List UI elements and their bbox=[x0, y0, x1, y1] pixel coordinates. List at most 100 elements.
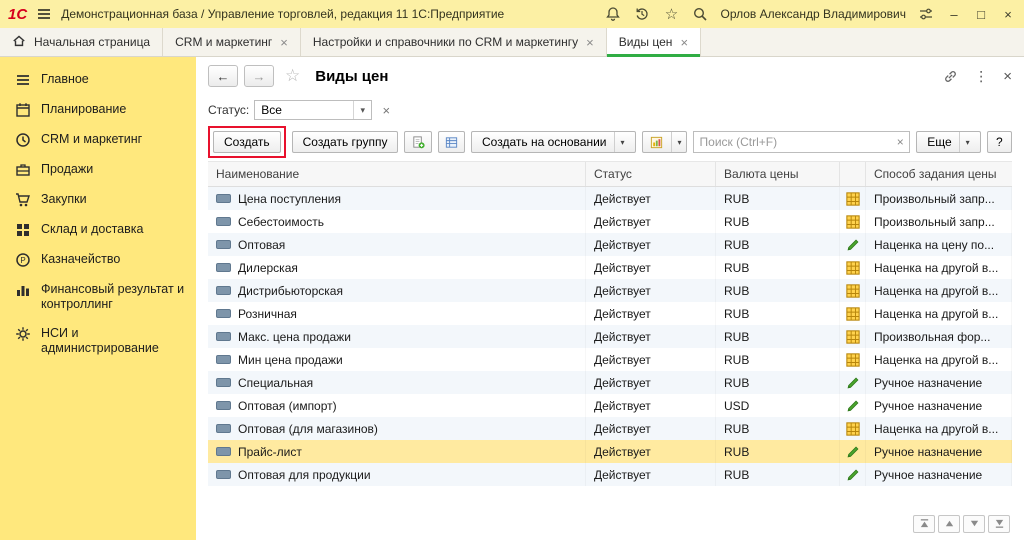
table-row[interactable]: ДистрибьюторскаяДействуетRUBНаценка на д… bbox=[208, 279, 1012, 302]
purchases-icon bbox=[15, 192, 31, 208]
sidebar-item-label: Главное bbox=[41, 72, 89, 87]
tab-close-icon[interactable]: × bbox=[280, 35, 288, 50]
chevron-down-icon[interactable]: ▾ bbox=[353, 101, 371, 119]
create-based-on-button[interactable]: Создать на основании ▾ bbox=[471, 131, 636, 153]
price-types-form: ← → ☆ Виды цен ⋮ × Статус: Все ▾ × bbox=[196, 57, 1024, 540]
cell-method: Произвольная фор... bbox=[866, 325, 1012, 348]
table-row[interactable]: СебестоимостьДействуетRUBПроизвольный за… bbox=[208, 210, 1012, 233]
create-button[interactable]: Создать bbox=[213, 131, 281, 153]
tab-bar: Начальная страница CRM и маркетинг × Нас… bbox=[0, 28, 1024, 57]
tab-close-icon[interactable]: × bbox=[586, 35, 594, 50]
sidebar-item[interactable]: Продажи bbox=[0, 155, 196, 185]
minimize-button[interactable]: – bbox=[946, 7, 962, 22]
page-title: Виды цен bbox=[315, 68, 388, 85]
arrow-bottom-icon bbox=[994, 517, 1005, 532]
tab-crm-settings[interactable]: Настройки и справочники по CRM и маркети… bbox=[301, 28, 607, 56]
cell-method: Наценка на цену по... bbox=[866, 233, 1012, 256]
get-link-icon[interactable] bbox=[941, 67, 959, 85]
table-row[interactable]: Оптовая (для магазинов)ДействуетRUBНацен… bbox=[208, 417, 1012, 440]
manual-icon bbox=[846, 445, 860, 459]
query-icon bbox=[846, 215, 860, 229]
go-to-bottom-button[interactable] bbox=[988, 515, 1010, 533]
create-group-button[interactable]: Создать группу bbox=[292, 131, 399, 153]
cell-name: Оптовая для продукции bbox=[208, 463, 586, 486]
formula-icon bbox=[846, 330, 860, 344]
sidebar-item[interactable]: Финансовый результат и контроллинг bbox=[0, 275, 196, 319]
service-settings-icon[interactable] bbox=[917, 5, 935, 23]
more-button[interactable]: Еще ▾ bbox=[916, 131, 980, 153]
arrow-top-icon bbox=[919, 517, 930, 532]
sidebar-item[interactable]: CRM и маркетинг bbox=[0, 125, 196, 155]
tab-home[interactable]: Начальная страница bbox=[0, 28, 163, 56]
main-menu-icon[interactable] bbox=[35, 5, 53, 23]
forward-button[interactable]: → bbox=[244, 65, 274, 87]
table-row[interactable]: Цена поступленияДействуетRUBПроизвольный… bbox=[208, 187, 1012, 210]
chevron-down-icon[interactable]: ▾ bbox=[671, 132, 682, 152]
home-icon bbox=[12, 34, 26, 51]
form-header-actions: ⋮ × bbox=[941, 67, 1012, 85]
cell-currency: RUB bbox=[716, 279, 840, 302]
close-form-icon[interactable]: × bbox=[1003, 68, 1012, 85]
cell-name: Оптовая (для магазинов) bbox=[208, 417, 586, 440]
tab-label: Настройки и справочники по CRM и маркети… bbox=[313, 35, 578, 49]
back-button[interactable]: ← bbox=[208, 65, 238, 87]
table-row[interactable]: РозничнаяДействуетRUBНаценка на другой в… bbox=[208, 302, 1012, 325]
page-up-button[interactable] bbox=[938, 515, 960, 533]
price-type-item-icon bbox=[216, 240, 231, 249]
maximize-button[interactable]: □ bbox=[973, 7, 989, 22]
table-row[interactable]: Прайс-листДействуетRUBРучное назначение bbox=[208, 440, 1012, 463]
current-user[interactable]: Орлов Александр Владимирович bbox=[720, 7, 906, 21]
manual-icon bbox=[846, 468, 860, 482]
cell-status: Действует bbox=[586, 463, 716, 486]
tab-close-icon[interactable]: × bbox=[680, 35, 688, 50]
sidebar-item[interactable]: РКазначейство bbox=[0, 245, 196, 275]
cell-method-icon bbox=[840, 463, 866, 486]
go-to-top-button[interactable] bbox=[913, 515, 935, 533]
table-row[interactable]: Оптовая для продукцииДействуетRUBРучное … bbox=[208, 463, 1012, 486]
help-button[interactable]: ? bbox=[987, 131, 1012, 153]
favorites-star-icon[interactable]: ☆ bbox=[662, 5, 680, 23]
sidebar-item[interactable]: Планирование bbox=[0, 95, 196, 125]
chevron-down-icon[interactable]: ▾ bbox=[959, 132, 970, 152]
price-type-item-icon bbox=[216, 378, 231, 387]
clear-filter-button[interactable]: × bbox=[377, 100, 395, 120]
column-header-name[interactable]: Наименование bbox=[208, 162, 586, 186]
column-header-status[interactable]: Статус bbox=[586, 162, 716, 186]
table-row[interactable]: СпециальнаяДействуетRUBРучное назначение bbox=[208, 371, 1012, 394]
notifications-bell-icon[interactable] bbox=[604, 5, 622, 23]
table-row[interactable]: ДилерскаяДействуетRUBНаценка на другой в… bbox=[208, 256, 1012, 279]
sidebar-item-label: Планирование bbox=[41, 102, 126, 117]
cell-method-icon bbox=[840, 348, 866, 371]
table-view-button[interactable] bbox=[438, 131, 465, 153]
status-filter-value: Все bbox=[255, 103, 353, 117]
cell-status: Действует bbox=[586, 348, 716, 371]
sidebar-item[interactable]: Закупки bbox=[0, 185, 196, 215]
add-to-favorites-icon[interactable]: ☆ bbox=[285, 66, 300, 86]
sidebar-item[interactable]: Главное bbox=[0, 65, 196, 95]
price-type-item-icon bbox=[216, 332, 231, 341]
table-row[interactable]: Оптовая (импорт)ДействуетUSDРучное назна… bbox=[208, 394, 1012, 417]
close-window-button[interactable]: × bbox=[1000, 7, 1016, 22]
search-input[interactable] bbox=[694, 135, 892, 149]
copy-item-button[interactable] bbox=[404, 131, 431, 153]
sidebar-item[interactable]: НСИ и администрирование bbox=[0, 319, 196, 363]
tab-crm-marketing[interactable]: CRM и маркетинг × bbox=[163, 28, 301, 56]
search-icon[interactable] bbox=[691, 5, 709, 23]
table-row[interactable]: Мин цена продажиДействуетRUBНаценка на д… bbox=[208, 348, 1012, 371]
cell-name: Дистрибьюторская bbox=[208, 279, 586, 302]
table-row[interactable]: ОптоваяДействуетRUBНаценка на цену по... bbox=[208, 233, 1012, 256]
status-filter-select[interactable]: Все ▾ bbox=[254, 100, 372, 120]
column-header-method[interactable]: Способ задания цены bbox=[866, 162, 1012, 186]
clear-search-icon[interactable]: × bbox=[891, 135, 909, 149]
tab-price-types[interactable]: Виды цен × bbox=[607, 28, 701, 56]
history-icon[interactable] bbox=[633, 5, 651, 23]
column-header-currency[interactable]: Валюта цены bbox=[716, 162, 840, 186]
sidebar-item[interactable]: Склад и доставка bbox=[0, 215, 196, 245]
more-actions-icon[interactable]: ⋮ bbox=[974, 68, 988, 85]
table-row[interactable]: Макс. цена продажиДействуетRUBПроизвольн… bbox=[208, 325, 1012, 348]
report-menu-button[interactable]: ▾ bbox=[642, 131, 687, 153]
chevron-down-icon[interactable]: ▾ bbox=[614, 132, 625, 152]
page-down-button[interactable] bbox=[963, 515, 985, 533]
cell-method-icon bbox=[840, 417, 866, 440]
cell-status: Действует bbox=[586, 394, 716, 417]
